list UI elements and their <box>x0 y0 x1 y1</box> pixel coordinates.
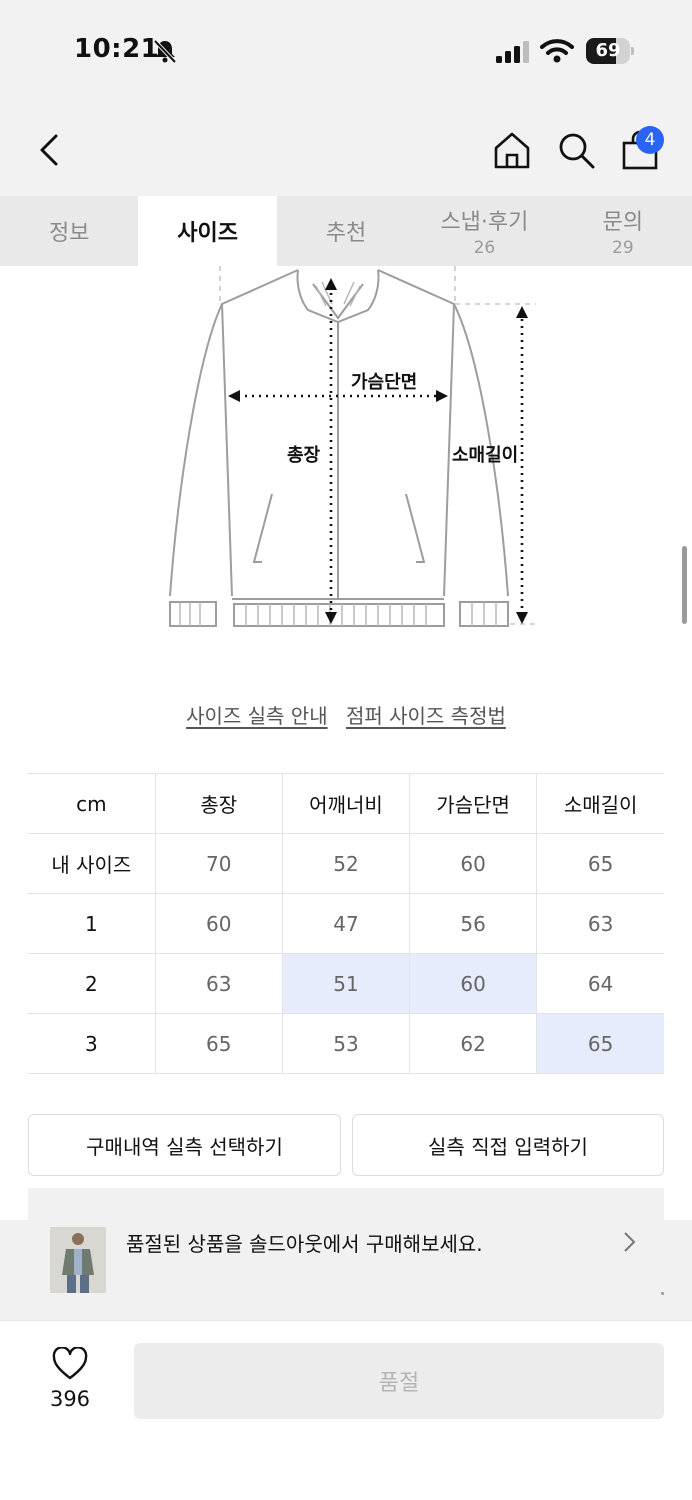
table-row: 1 60 47 56 63 <box>28 893 664 954</box>
home-icon[interactable] <box>492 130 532 170</box>
table-cell: 60 <box>409 833 538 894</box>
table-cell: 65 <box>154 1013 283 1074</box>
banner-dot <box>661 1292 664 1295</box>
soldout-promo-banner[interactable]: 품절된 상품을 솔드아웃에서 구매해보세요. <box>0 1220 692 1320</box>
table-cell: 63 <box>154 953 283 1014</box>
top-navigation <box>0 100 692 196</box>
tab-count: 26 <box>473 238 496 258</box>
table-header-cell: cm <box>28 773 156 834</box>
table-header-row: cm 총장 어깨너비 가슴단면 소매길이 <box>28 773 664 834</box>
row-label: 1 <box>28 893 156 954</box>
tab-count: 29 <box>612 238 634 258</box>
size-table: cm 총장 어깨너비 가슴단면 소매길이 내 사이즈 70 52 60 65 1… <box>28 773 664 1074</box>
table-header-cell: 소매길이 <box>536 773 664 834</box>
wifi-icon <box>540 39 574 63</box>
chevron-right-icon <box>624 1232 636 1252</box>
search-icon[interactable] <box>556 130 596 170</box>
row-label: 2 <box>28 953 156 1014</box>
table-cell-highlighted: 60 <box>409 953 538 1014</box>
table-header-cell: 어깨너비 <box>281 773 411 834</box>
table-row: 2 63 51 60 64 <box>28 953 664 1014</box>
tab-label: 추천 <box>325 221 367 246</box>
tab-info[interactable]: 정보 <box>0 196 138 266</box>
table-cell: 53 <box>281 1013 411 1074</box>
jumper-measure-method-link[interactable]: 점퍼 사이즈 측정법 <box>346 704 506 728</box>
scrollbar-thumb[interactable] <box>682 546 687 624</box>
table-cell: 52 <box>281 833 411 894</box>
table-cell: 70 <box>154 833 283 894</box>
table-header-cell: 총장 <box>154 773 283 834</box>
banner-text: 품절된 상품을 솔드아웃에서 구매해보세요. <box>126 1232 483 1256</box>
total-length-label: 총장 <box>287 445 321 466</box>
soldout-button[interactable]: 품절 <box>134 1343 664 1419</box>
battery-level: 69 <box>595 40 621 61</box>
back-arrow-icon[interactable] <box>34 130 68 170</box>
tab-label: 사이즈 <box>177 221 238 246</box>
tab-label: 문의 <box>602 210 644 235</box>
table-cell: 65 <box>536 833 664 894</box>
tab-recommend[interactable]: 추천 <box>277 196 415 266</box>
table-cell: 62 <box>409 1013 538 1074</box>
table-cell: 60 <box>154 893 283 954</box>
chest-width-label: 가슴단면 <box>351 372 418 393</box>
sleeve-length-label: 소매길이 <box>452 445 519 466</box>
size-measure-guide-link[interactable]: 사이즈 실측 안내 <box>186 704 328 728</box>
product-thumbnail <box>50 1227 106 1293</box>
table-header-cell: 가슴단면 <box>409 773 538 834</box>
row-label: 내 사이즈 <box>28 833 156 894</box>
table-cell: 64 <box>536 953 664 1014</box>
row-label: 3 <box>28 1013 156 1074</box>
status-time: 10:21 <box>74 34 160 64</box>
like-count: 396 <box>49 1387 91 1411</box>
size-guide-links: 사이즈 실측 안내 점퍼 사이즈 측정법 <box>0 700 692 729</box>
select-from-purchase-history-button[interactable]: 구매내역 실측 선택하기 <box>28 1114 341 1176</box>
tab-snap-review[interactable]: 스냅·후기 26 <box>415 196 553 266</box>
table-cell: 47 <box>281 893 411 954</box>
battery-indicator: 69 <box>586 38 634 64</box>
table-cell: 63 <box>536 893 664 954</box>
table-row: 3 65 53 62 65 <box>28 1013 664 1074</box>
tab-label: 스냅·후기 <box>440 210 529 235</box>
bell-muted-icon <box>153 39 177 64</box>
tab-label: 정보 <box>48 221 90 246</box>
bottom-purchase-bar: 396 품절 <box>0 1320 692 1500</box>
table-cell-highlighted: 51 <box>281 953 411 1014</box>
table-cell: 56 <box>409 893 538 954</box>
cart-count-badge: 4 <box>636 126 664 154</box>
cellular-signal-icon <box>496 41 529 63</box>
table-cell-highlighted: 65 <box>536 1013 664 1074</box>
tab-inquiry[interactable]: 문의 29 <box>554 196 692 266</box>
detail-tabs: 정보 사이즈 추천 스냅·후기 26 문의 29 <box>0 196 692 266</box>
tab-size[interactable]: 사이즈 <box>138 196 277 266</box>
table-row: 내 사이즈 70 52 60 65 <box>28 833 664 894</box>
direct-input-button[interactable]: 실측 직접 입력하기 <box>352 1114 664 1176</box>
status-bar: 10:21 69 <box>0 0 692 100</box>
heart-icon[interactable] <box>52 1347 88 1381</box>
